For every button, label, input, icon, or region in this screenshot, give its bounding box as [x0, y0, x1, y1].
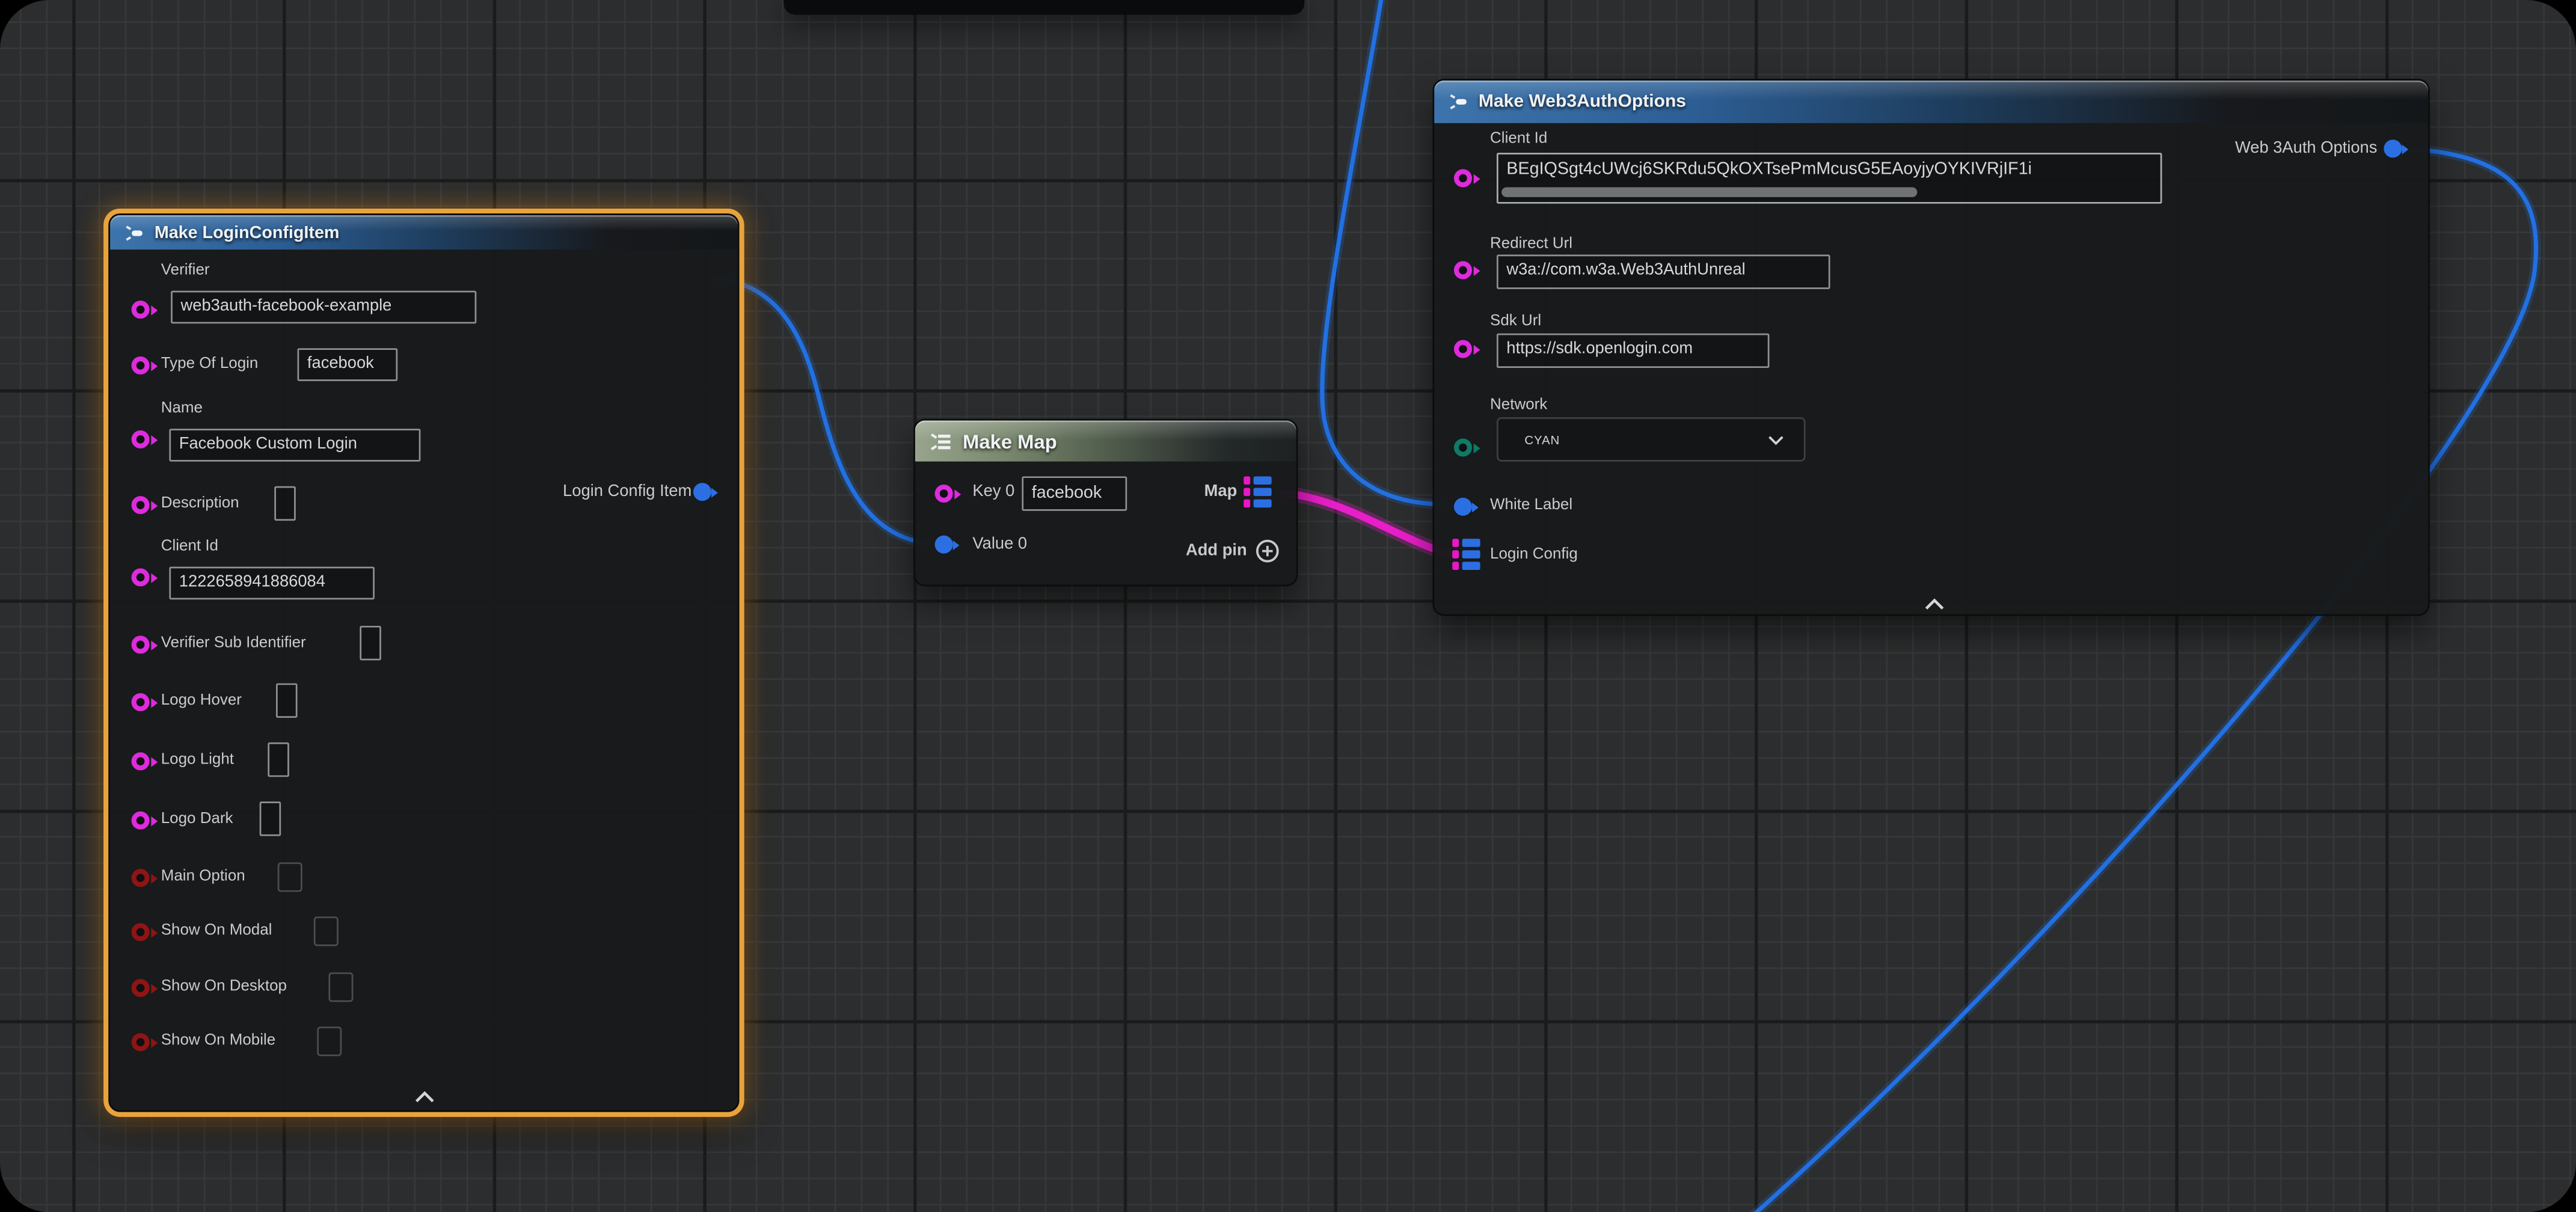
- sdk-url-input[interactable]: https://sdk.openlogin.com: [1497, 334, 1770, 368]
- verifier-pin[interactable]: [132, 301, 150, 319]
- wire-offscreen-to-white-label[interactable]: [1322, 0, 1446, 504]
- key-0-input[interactable]: facebook: [1022, 476, 1127, 510]
- node-make-map[interactable]: Make Map Key 0 facebook Map Value 0 Add …: [913, 419, 1298, 587]
- value-0-pin[interactable]: [935, 536, 953, 554]
- name-pin[interactable]: [132, 430, 150, 448]
- main-option-label: Main Option: [161, 868, 245, 887]
- logo-dark-input[interactable]: [260, 801, 281, 836]
- collapse-button[interactable]: [414, 1082, 436, 1112]
- node-make-loginconfigitem[interactable]: Make LoginConfigItem Login Config Item V…: [108, 213, 739, 1112]
- verifier-input[interactable]: web3auth-facebook-example: [171, 291, 476, 324]
- add-pin-button[interactable]: Add pin: [1186, 539, 1280, 563]
- description-label: Description: [161, 494, 239, 514]
- login-config-pin[interactable]: [1452, 539, 1480, 570]
- logo-hover-pin[interactable]: [132, 693, 150, 711]
- redirect-url-label: Redirect Url: [1490, 235, 1572, 255]
- login-config-label: Login Config: [1490, 545, 1578, 565]
- login-config-item-output-pin[interactable]: [693, 483, 711, 501]
- make-struct-icon: [1447, 92, 1469, 112]
- show-on-desktop-checkbox[interactable]: [328, 972, 353, 1002]
- node-make-web3authoptions[interactable]: Make Web3AuthOptions Web 3Auth Options C…: [1432, 79, 2429, 616]
- verifier-label: Verifier: [161, 261, 210, 281]
- add-pin-icon: [1255, 539, 1280, 563]
- node-header[interactable]: Make LoginConfigItem: [110, 215, 738, 249]
- client-id-scrollbar[interactable]: [1501, 187, 1917, 197]
- show-on-desktop-pin[interactable]: [132, 979, 150, 997]
- sdk-url-label: Sdk Url: [1490, 312, 1541, 332]
- wire-loginconfigitem-to-map-value[interactable]: [708, 278, 932, 544]
- client-id-label: Client Id: [1490, 130, 1547, 150]
- description-pin[interactable]: [132, 496, 150, 514]
- network-selected-value: CYAN: [1524, 432, 1560, 447]
- verifier-sub-identifier-pin[interactable]: [132, 635, 150, 653]
- key-0-pin[interactable]: [935, 485, 953, 503]
- redirect-url-input[interactable]: w3a://com.w3a.Web3AuthUnreal: [1497, 254, 1830, 289]
- logo-light-input[interactable]: [268, 742, 289, 777]
- show-on-modal-pin[interactable]: [132, 923, 150, 941]
- show-on-mobile-label: Show On Mobile: [161, 1032, 275, 1051]
- logo-dark-pin[interactable]: [132, 812, 150, 830]
- main-option-pin[interactable]: [132, 869, 150, 887]
- type-of-login-pin[interactable]: [132, 357, 150, 375]
- logo-hover-label: Logo Hover: [161, 691, 242, 711]
- show-on-modal-checkbox[interactable]: [314, 917, 339, 946]
- node-title: Make Map: [963, 429, 1057, 452]
- map-output-label: Map: [1204, 483, 1237, 503]
- verifier-sub-identifier-input[interactable]: [360, 626, 381, 660]
- logo-light-label: Logo Light: [161, 751, 234, 771]
- network-label: Network: [1490, 396, 1547, 415]
- make-struct-icon: [123, 222, 145, 242]
- logo-hover-input[interactable]: [276, 684, 298, 718]
- show-on-modal-label: Show On Modal: [161, 922, 272, 941]
- map-output-pin[interactable]: [1244, 476, 1271, 507]
- logo-dark-label: Logo Dark: [161, 810, 233, 830]
- description-input[interactable]: [274, 486, 296, 521]
- client-id-label: Client Id: [161, 537, 218, 557]
- add-pin-label: Add pin: [1186, 542, 1247, 560]
- redirect-url-pin[interactable]: [1454, 261, 1472, 279]
- type-of-login-label: Type Of Login: [161, 355, 259, 375]
- key-0-label: Key 0: [972, 483, 1014, 503]
- client-id-input[interactable]: 1222658941886084: [169, 567, 375, 600]
- sdk-url-pin[interactable]: [1454, 340, 1472, 358]
- logo-light-pin[interactable]: [132, 752, 150, 770]
- main-option-checkbox[interactable]: [278, 862, 302, 892]
- node-title: Make LoginConfigItem: [155, 222, 340, 242]
- graph-canvas[interactable]: Make LoginConfigItem Login Config Item V…: [0, 0, 2576, 1212]
- verifier-sub-identifier-label: Verifier Sub Identifier: [161, 634, 306, 654]
- name-label: Name: [161, 399, 203, 419]
- output-pin-label: Login Config Item: [563, 483, 692, 503]
- show-on-mobile-checkbox[interactable]: [317, 1027, 342, 1056]
- client-id-pin[interactable]: [132, 568, 150, 586]
- network-pin[interactable]: [1454, 438, 1472, 456]
- type-of-login-input[interactable]: facebook: [298, 348, 398, 381]
- node-title: Make Web3AuthOptions: [1479, 92, 1686, 112]
- show-on-desktop-label: Show On Desktop: [161, 978, 287, 997]
- network-dropdown[interactable]: CYAN: [1497, 417, 1806, 462]
- collapse-button[interactable]: [1924, 590, 1945, 619]
- make-map-icon: [928, 429, 953, 452]
- white-label-label: White Label: [1490, 496, 1572, 516]
- name-input[interactable]: Facebook Custom Login: [169, 429, 420, 462]
- node-header[interactable]: Make Map: [915, 420, 1296, 461]
- white-label-pin[interactable]: [1454, 498, 1472, 516]
- web3auth-options-output-pin[interactable]: [2384, 139, 2402, 158]
- blueprint-editor: Make LoginConfigItem Login Config Item V…: [0, 0, 2576, 1212]
- output-pin-label: Web 3Auth Options: [2235, 139, 2377, 159]
- chevron-down-icon: [1768, 435, 1784, 444]
- node-header[interactable]: Make Web3AuthOptions: [1434, 81, 2428, 123]
- value-0-label: Value 0: [972, 536, 1027, 556]
- show-on-mobile-pin[interactable]: [132, 1033, 150, 1051]
- client-id-pin[interactable]: [1454, 169, 1472, 187]
